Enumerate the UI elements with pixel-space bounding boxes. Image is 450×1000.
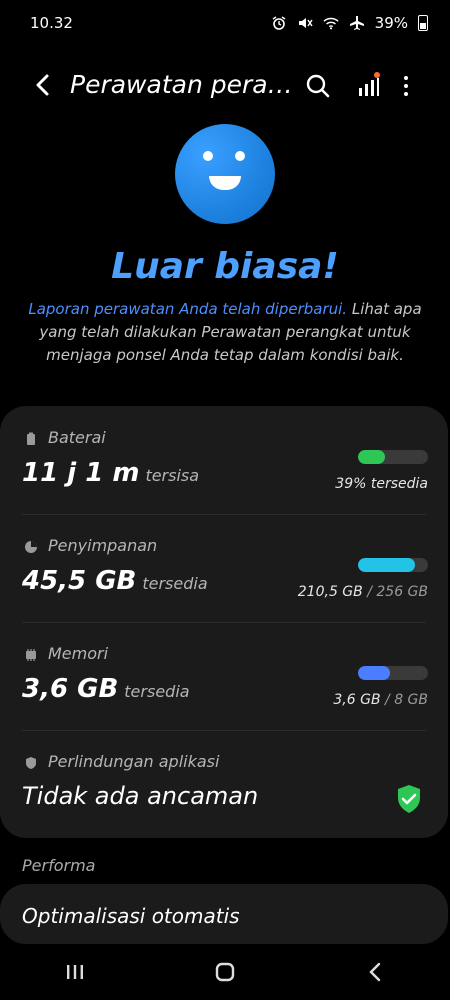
page-title: Perawatan pera… bbox=[70, 70, 293, 99]
storage-label: Penyimpanan bbox=[24, 536, 157, 555]
battery-bar bbox=[358, 450, 428, 464]
storage-sep: / bbox=[362, 584, 377, 600]
status-headline: Luar biasa! bbox=[111, 246, 339, 287]
storage-label-text: Penyimpanan bbox=[48, 536, 158, 555]
navigation-bar bbox=[0, 944, 450, 1000]
memory-used: 3,6 GB bbox=[333, 692, 381, 708]
memory-value-text: 3,6 GB bbox=[22, 674, 119, 704]
memory-label: Memori bbox=[24, 644, 108, 663]
storage-used: 210,5 GB bbox=[297, 584, 363, 600]
battery-row[interactable]: Baterai 11 j 1 m tersisa 39% tersedia bbox=[0, 406, 448, 514]
battery-available: 39% tersedia bbox=[335, 476, 428, 492]
status-bar: 10.32 39% bbox=[0, 0, 450, 48]
back-chevron-icon bbox=[369, 962, 381, 982]
smiley-face-icon bbox=[175, 124, 275, 224]
memory-sub: tersedia bbox=[124, 682, 190, 701]
performance-button[interactable] bbox=[354, 72, 382, 100]
shield-icon bbox=[24, 755, 38, 769]
storage-sub: tersedia bbox=[142, 574, 208, 593]
protection-label-text: Perlindungan aplikasi bbox=[48, 752, 220, 771]
memory-usage: 3,6 GB / 8 GB bbox=[333, 692, 428, 708]
smiley-eye bbox=[235, 151, 245, 161]
storage-value: 45,5 GB tersedia bbox=[22, 566, 208, 596]
memory-value: 3,6 GB tersedia bbox=[22, 674, 190, 704]
memory-total: 8 GB bbox=[394, 692, 428, 708]
mute-icon bbox=[297, 15, 313, 31]
performance-section-title: Performa bbox=[22, 856, 96, 875]
airplane-icon bbox=[349, 15, 365, 31]
status-time: 10.32 bbox=[30, 14, 73, 32]
app-bar: Perawatan pera… bbox=[0, 60, 450, 112]
back-nav-button[interactable] bbox=[355, 952, 395, 992]
memory-bar bbox=[358, 666, 428, 680]
smiley-eye bbox=[203, 151, 213, 161]
protection-label: Perlindungan aplikasi bbox=[24, 752, 219, 771]
battery-label-text: Baterai bbox=[48, 428, 106, 447]
search-button[interactable] bbox=[304, 72, 332, 100]
storage-value-text: 45,5 GB bbox=[22, 566, 137, 596]
storage-usage: 210,5 GB / 256 GB bbox=[298, 584, 428, 600]
report-link[interactable]: Laporan perawatan Anda telah diperbarui. bbox=[28, 300, 347, 318]
memory-bar-fill bbox=[358, 666, 390, 680]
protection-value: Tidak ada ancaman bbox=[22, 782, 259, 810]
memory-row[interactable]: Memori 3,6 GB tersedia 3,6 GB / 8 GB bbox=[0, 622, 448, 730]
battery-icon bbox=[418, 15, 428, 31]
home-button[interactable] bbox=[205, 952, 245, 992]
more-dot-icon bbox=[404, 92, 408, 96]
auto-optimization-label: Optimalisasi otomatis bbox=[22, 904, 240, 928]
battery-value-text: 11 j 1 m bbox=[22, 458, 140, 488]
battery-label: Baterai bbox=[24, 428, 106, 447]
battery-sub: tersisa bbox=[145, 466, 200, 485]
more-options-button[interactable] bbox=[394, 72, 418, 100]
search-icon bbox=[306, 74, 330, 98]
memory-chip-icon bbox=[24, 647, 38, 661]
storage-bar-fill bbox=[358, 558, 416, 572]
battery-icon bbox=[24, 431, 38, 445]
back-button[interactable] bbox=[28, 70, 56, 100]
alarm-icon bbox=[271, 15, 287, 31]
shield-check-icon bbox=[396, 784, 422, 814]
status-icons: 39% bbox=[271, 14, 428, 32]
app-protection-row[interactable]: Perlindungan aplikasi Tidak ada ancaman bbox=[0, 730, 448, 838]
battery-percent: 39% bbox=[374, 14, 408, 32]
battery-value: 11 j 1 m tersisa bbox=[22, 458, 199, 488]
smiley-mouth bbox=[209, 176, 241, 190]
home-icon bbox=[215, 962, 235, 982]
notification-dot bbox=[374, 72, 380, 78]
auto-optimization-item[interactable]: Optimalisasi otomatis bbox=[0, 884, 448, 944]
wifi-icon bbox=[323, 15, 339, 31]
device-care-card: Baterai 11 j 1 m tersisa 39% tersedia Pen… bbox=[0, 406, 448, 838]
storage-total: 256 GB bbox=[376, 584, 428, 600]
more-dot-icon bbox=[404, 84, 408, 88]
back-arrow-icon bbox=[36, 74, 49, 96]
storage-row[interactable]: Penyimpanan 45,5 GB tersedia 210,5 GB / 2… bbox=[0, 514, 448, 622]
memory-label-text: Memori bbox=[48, 644, 109, 663]
storage-bar bbox=[358, 558, 428, 572]
storage-icon bbox=[24, 539, 38, 553]
recent-apps-button[interactable] bbox=[55, 952, 95, 992]
status-description: Laporan perawatan Anda telah diperbarui.… bbox=[28, 298, 422, 367]
more-dot-icon bbox=[404, 76, 408, 80]
memory-sep: / bbox=[380, 692, 395, 708]
recents-icon bbox=[67, 965, 83, 979]
battery-bar-fill bbox=[358, 450, 386, 464]
